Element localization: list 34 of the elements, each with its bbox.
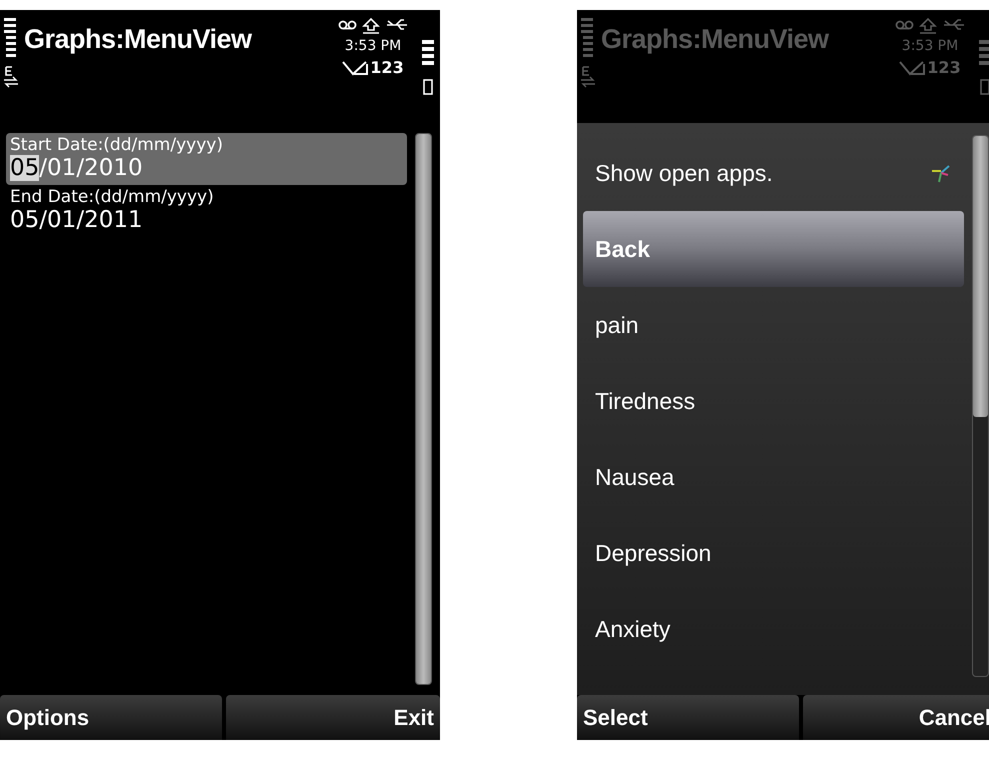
field-label: Start Date:(dd/mm/yyyy) <box>10 135 224 155</box>
date-field[interactable]: Start Date:(dd/mm/yyyy) 05/01/2010 <box>6 133 407 185</box>
date-value: 05/01/2010 <box>10 155 144 181</box>
scrollbar[interactable] <box>972 135 989 677</box>
scrollbar[interactable] <box>415 133 432 685</box>
network-icon <box>4 66 18 88</box>
menu-item[interactable]: Anxiety <box>583 591 964 667</box>
softkey-button[interactable]: Exit <box>226 695 440 740</box>
menu-item[interactable]: Tiredness <box>583 363 964 439</box>
window-title: Graphs:MenuView <box>24 23 253 56</box>
message-count: 123 <box>370 58 404 77</box>
signal-icon <box>4 18 16 58</box>
field-label: End Date:(dd/mm/yyyy) <box>10 187 215 207</box>
message-icon <box>342 60 368 76</box>
menu-item[interactable]: Show open apps. <box>583 135 964 211</box>
battery-icon <box>979 40 989 96</box>
clock-time: 3:53 PM <box>344 38 402 54</box>
status-icons-drawing <box>895 16 965 34</box>
clock-time: 3:53 PM <box>902 38 958 54</box>
message-icon <box>899 60 926 76</box>
softkey-button[interactable]: Options <box>0 695 222 740</box>
battery-icon <box>422 40 434 96</box>
status-icons-drawing <box>338 16 408 34</box>
menu-item[interactable]: Back <box>583 211 964 287</box>
softkey-button[interactable]: Select <box>577 695 799 740</box>
window-title: Graphs:MenuView <box>601 23 830 56</box>
network-icon <box>581 66 595 88</box>
date-value: 05/01/2011 <box>10 207 144 233</box>
signal-icon <box>581 18 593 58</box>
message-count: 123 <box>927 58 961 77</box>
menu-item[interactable]: Nausea <box>583 439 964 515</box>
menu-item[interactable]: Depression <box>583 515 964 591</box>
menu-item[interactable]: pain <box>583 287 964 363</box>
date-field[interactable]: End Date:(dd/mm/yyyy) 05/01/2011 <box>6 185 407 237</box>
